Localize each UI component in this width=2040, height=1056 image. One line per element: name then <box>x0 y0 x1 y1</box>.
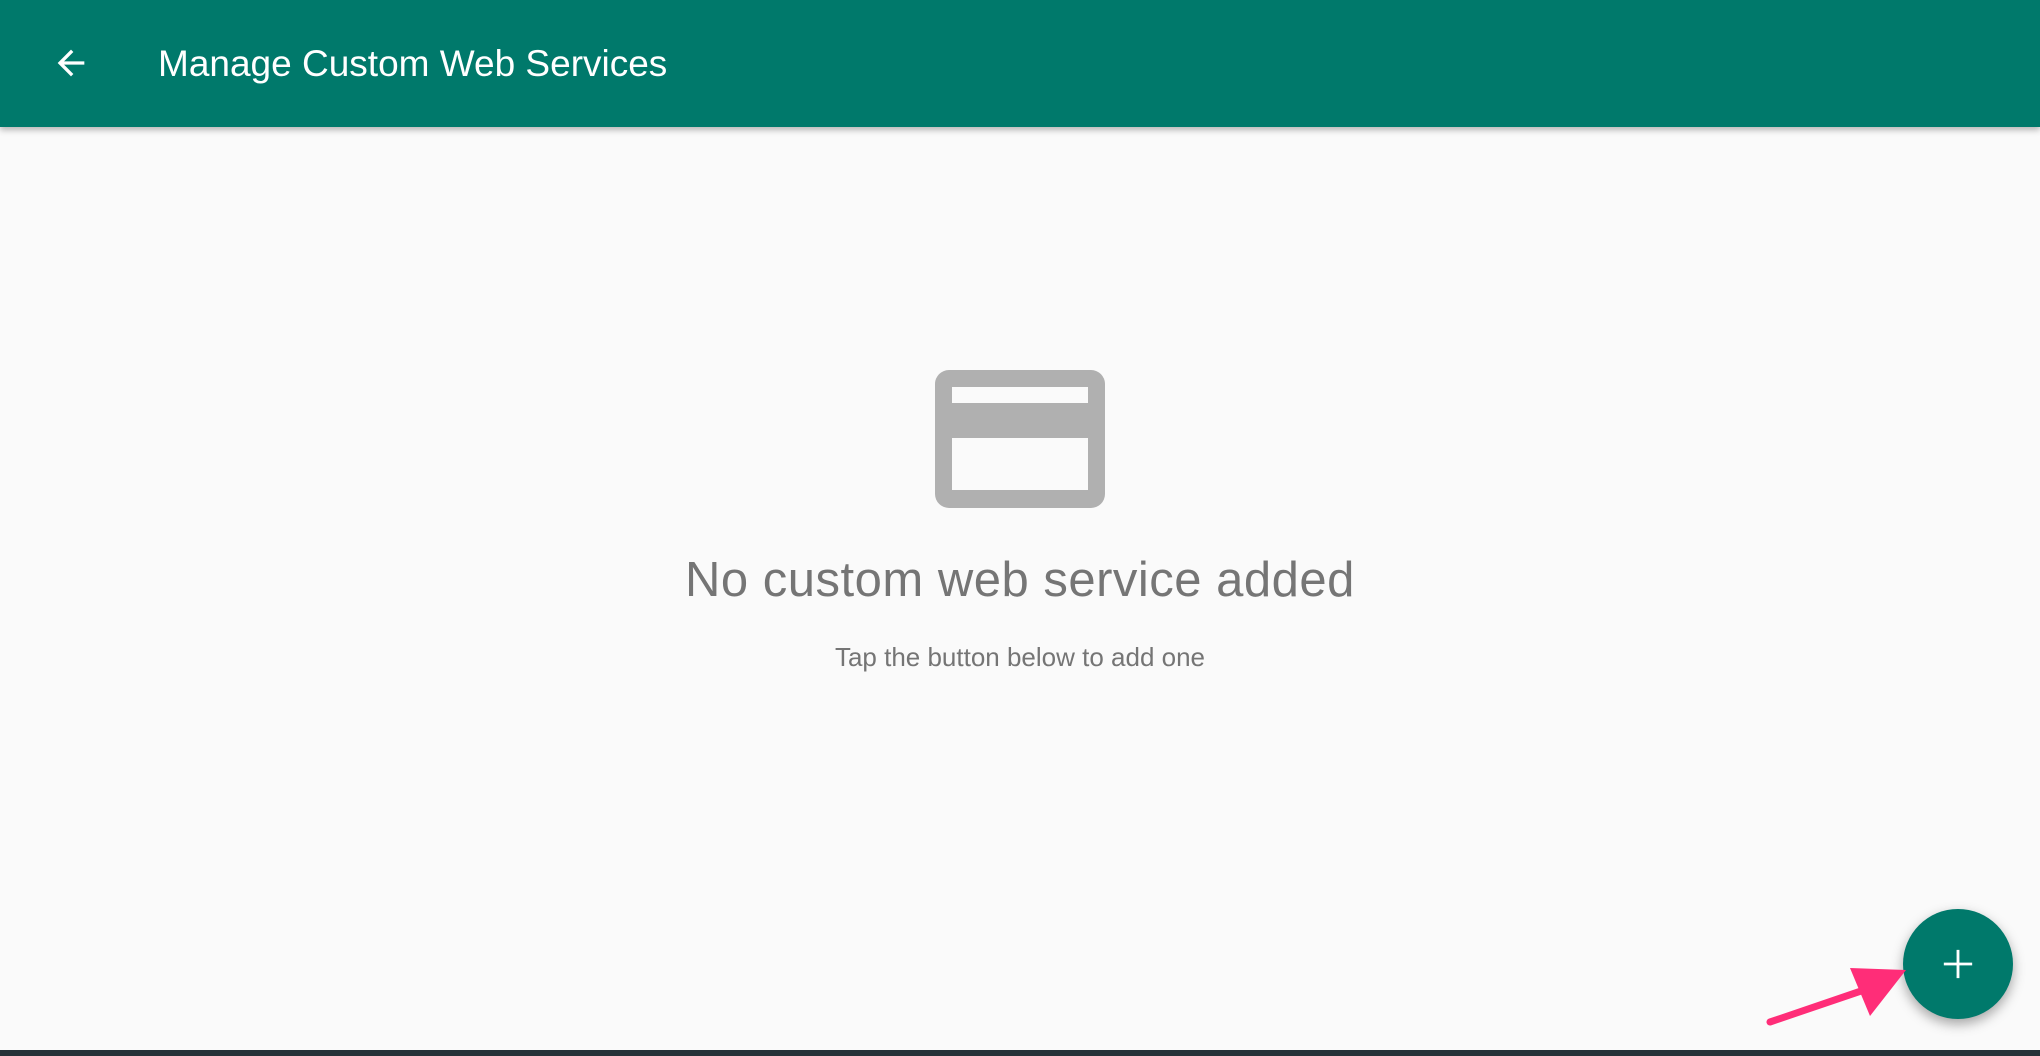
empty-state-subtitle: Tap the button below to add one <box>834 642 1206 672</box>
empty-state: No custom web service added Tap the butt… <box>0 370 2040 674</box>
app-bar: Manage Custom Web Services <box>0 0 2040 127</box>
pointer-arrow-icon <box>1766 968 1906 1026</box>
page-title: Manage Custom Web Services <box>158 43 668 84</box>
screen: Manage Custom Web Services No custom web… <box>0 0 2040 1056</box>
plus-icon <box>1943 949 1973 979</box>
add-web-service-button[interactable] <box>1903 909 2013 1019</box>
web-service-card-icon <box>935 370 1105 508</box>
arrow-back-icon <box>57 49 85 77</box>
back-button[interactable] <box>36 28 106 98</box>
empty-state-title: No custom web service added <box>685 553 1355 607</box>
navigation-bar-edge <box>0 1050 2040 1056</box>
